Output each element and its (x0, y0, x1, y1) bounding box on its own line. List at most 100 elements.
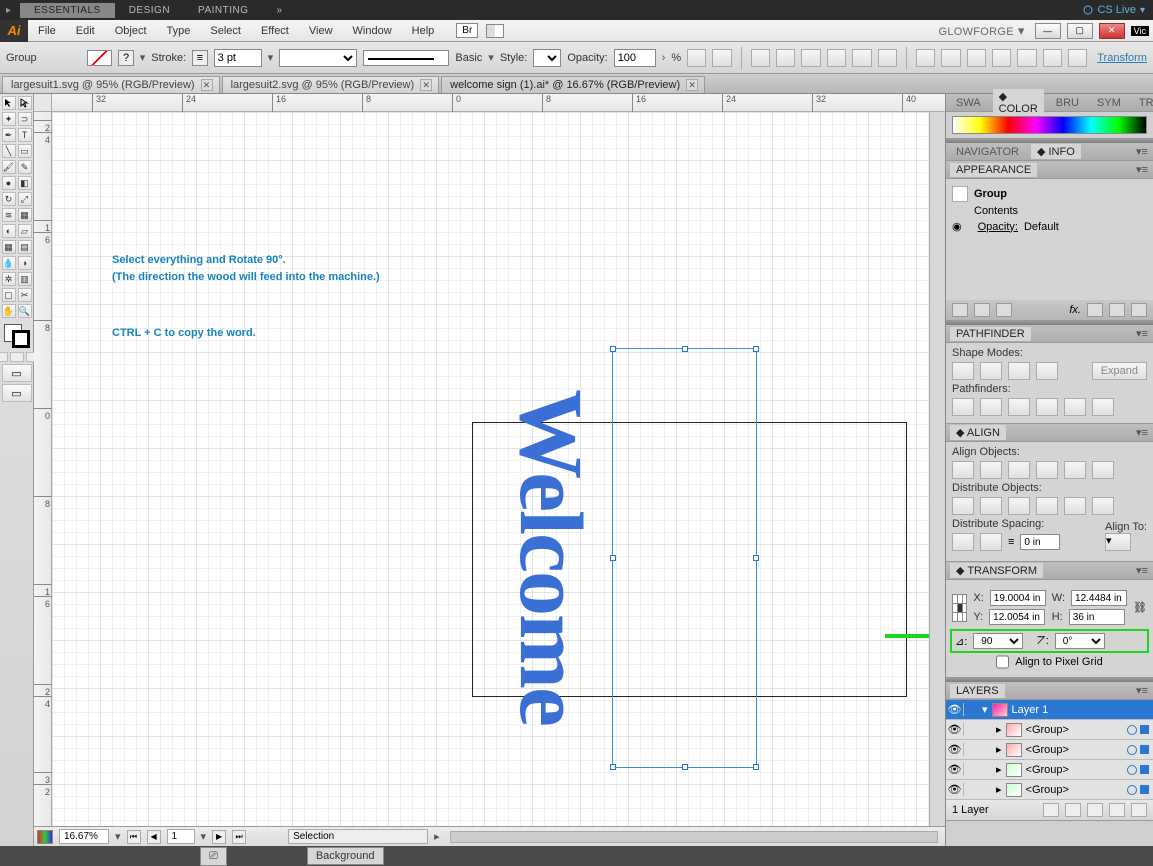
align-vc-icon[interactable] (1064, 461, 1086, 479)
outline-icon[interactable] (1064, 398, 1086, 416)
artboard-nav-input[interactable] (167, 829, 195, 844)
color-profile-icon[interactable] (37, 830, 53, 844)
visibility-icon[interactable]: 👁 (946, 703, 964, 716)
panel-menu-icon[interactable]: ▾≡ (1135, 163, 1149, 176)
align-vcenter-icon[interactable] (852, 49, 871, 67)
dist-t-icon[interactable] (952, 497, 974, 515)
appearance-tab[interactable]: APPEARANCE (950, 163, 1037, 177)
brushes-tab[interactable]: BRU (1050, 96, 1085, 110)
align-bottom-icon[interactable] (878, 49, 897, 67)
ws-painting[interactable]: PAINTING (184, 3, 262, 18)
panel-menu-icon[interactable]: ▾≡ (1135, 564, 1149, 577)
doc-setup-icon[interactable] (712, 49, 731, 67)
selection-tool-icon[interactable] (2, 96, 16, 110)
symbols-tab[interactable]: SYM (1091, 96, 1127, 110)
dist-right-icon[interactable] (967, 49, 986, 67)
graphic-style-dropdown[interactable] (533, 49, 561, 67)
new-art-toggle-icon[interactable] (952, 303, 968, 317)
pen-tool-icon[interactable]: ✒ (2, 128, 16, 142)
layer-row-group[interactable]: 👁▸<Group> (946, 780, 1153, 800)
cs-live-button[interactable]: CS Live ▾ (1083, 4, 1153, 16)
line-tool-icon[interactable]: ╲ (2, 144, 16, 158)
vertical-ruler[interactable]: 2 4 1 6 8 0 8 1 6 2 4 3 2 (34, 112, 52, 826)
visibility-icon[interactable]: 👁 (946, 723, 964, 736)
align-r-icon[interactable] (1008, 461, 1030, 479)
brush-def-dropdown[interactable] (363, 50, 450, 66)
menu-help[interactable]: Help (402, 25, 445, 37)
dist-vspace-icon[interactable] (952, 533, 974, 551)
close-button[interactable]: ✕ (1099, 23, 1125, 39)
blob-brush-tool-icon[interactable]: ● (2, 176, 16, 190)
fx-icon[interactable]: fx. (1069, 304, 1081, 316)
fill-stroke-swatch[interactable] (2, 322, 32, 350)
artboard-tool-icon[interactable]: ▢ (2, 288, 16, 302)
ws-essentials[interactable]: ESSENTIALS (20, 3, 115, 18)
fill-undefined-icon[interactable]: ? (118, 50, 134, 66)
minimize-button[interactable]: — (1035, 23, 1061, 39)
stroke-weight-input[interactable] (214, 49, 262, 67)
brush-tool-icon[interactable]: 🖌 (2, 160, 16, 174)
layer-row-group[interactable]: 👁▸<Group> (946, 760, 1153, 780)
swatches-tab[interactable]: SWA (950, 96, 987, 110)
x-input[interactable] (990, 590, 1046, 606)
eyedropper-tool-icon[interactable]: 💧 (2, 256, 16, 270)
panel-collapse-icon[interactable]: ▸ (0, 5, 20, 16)
close-tab-icon[interactable]: ✕ (686, 79, 698, 91)
align-to-dropdown[interactable]: ▾ (1105, 533, 1131, 551)
layers-tab[interactable]: LAYERS (950, 684, 1005, 698)
reference-point-widget[interactable] (952, 594, 967, 622)
width-tool-icon[interactable]: ≋ (2, 208, 16, 222)
arrange-docs-button[interactable] (486, 24, 504, 38)
dist-b-icon[interactable] (1008, 497, 1030, 515)
layer-row-group[interactable]: 👁▸<Group> (946, 740, 1153, 760)
align-l-icon[interactable] (952, 461, 974, 479)
fill-swatch-none[interactable] (87, 50, 112, 66)
align-top-icon[interactable] (827, 49, 846, 67)
ws-more[interactable]: » (263, 3, 297, 18)
menu-window[interactable]: Window (343, 25, 402, 37)
locate-object-icon[interactable] (1043, 803, 1059, 817)
crop-icon[interactable] (1036, 398, 1058, 416)
dist-bottom-icon[interactable] (1043, 49, 1062, 67)
w-input[interactable] (1071, 590, 1127, 606)
color-spectrum[interactable] (952, 116, 1147, 134)
link-wh-icon[interactable]: ⛓ (1133, 601, 1147, 614)
align-left-icon[interactable] (751, 49, 770, 67)
perspective-tool-icon[interactable]: ▱ (18, 224, 32, 238)
panel-menu-icon[interactable]: ▾≡ (1135, 145, 1149, 158)
dist-vcenter-icon[interactable] (1017, 49, 1036, 67)
menu-view[interactable]: View (299, 25, 343, 37)
last-page-icon[interactable]: ⏭ (232, 830, 246, 844)
spacing-input[interactable] (1020, 534, 1060, 550)
add-stroke-icon[interactable] (974, 303, 990, 317)
opacity-link[interactable]: Opacity: (968, 221, 1018, 233)
dist-hcenter-icon[interactable] (941, 49, 960, 67)
bridge-button[interactable]: Br (456, 23, 478, 38)
horizontal-scrollbar[interactable] (450, 831, 938, 843)
first-page-icon[interactable]: ⏮ (127, 830, 141, 844)
dist-hspace-icon[interactable] (980, 533, 1002, 551)
dist-l-icon[interactable] (1036, 497, 1058, 515)
rect-tool-icon[interactable]: ▭ (18, 144, 32, 158)
prev-page-icon[interactable]: ◀ (147, 830, 161, 844)
welcome-script-text[interactable]: Welcome (499, 327, 602, 787)
taskbar-item[interactable]: ⎚ (200, 847, 227, 866)
dist-hc-icon[interactable] (1064, 497, 1086, 515)
canvas[interactable]: Select everything and Rotate 90°. (The d… (52, 112, 929, 826)
pixel-grid-checkbox[interactable] (996, 654, 1009, 670)
delete-layer-icon[interactable] (1131, 803, 1147, 817)
pencil-tool-icon[interactable]: ✎ (18, 160, 32, 174)
new-layer-icon[interactable] (1109, 803, 1125, 817)
menu-object[interactable]: Object (105, 25, 157, 37)
visibility-icon[interactable]: 👁 (946, 743, 964, 756)
gradient-mode-icon[interactable] (10, 352, 24, 362)
horizontal-ruler[interactable]: 32 24 16 8 0 8 16 24 32 40 (52, 94, 945, 112)
scale-tool-icon[interactable]: ⤢ (18, 192, 32, 206)
trai-tab[interactable]: TRAI (1133, 96, 1153, 110)
pathfinder-tab[interactable]: PATHFINDER (950, 327, 1031, 341)
close-tab-icon[interactable]: ✕ (420, 79, 432, 91)
minus-back-icon[interactable] (1092, 398, 1114, 416)
menu-effect[interactable]: Effect (251, 25, 299, 37)
panel-menu-icon[interactable]: ▾≡ (1135, 426, 1149, 439)
symbol-spray-tool-icon[interactable]: ✲ (2, 272, 16, 286)
